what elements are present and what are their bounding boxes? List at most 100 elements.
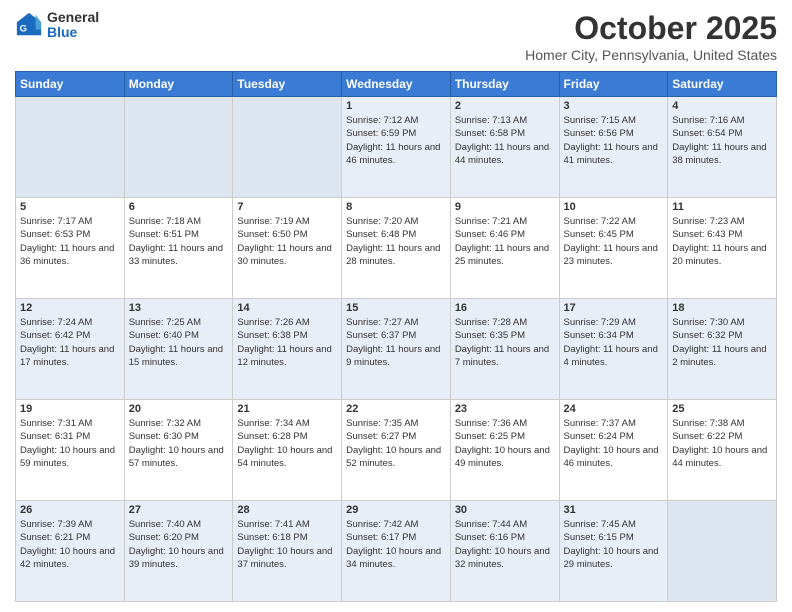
day-info: Sunrise: 7:12 AMSunset: 6:59 PMDaylight:… [346,114,446,167]
day-number: 29 [346,504,446,516]
day-number: 8 [346,201,446,213]
day-info: Sunrise: 7:34 AMSunset: 6:28 PMDaylight:… [237,417,337,470]
calendar-header-sunday: Sunday [16,72,125,97]
day-info: Sunrise: 7:23 AMSunset: 6:43 PMDaylight:… [672,215,772,268]
calendar-cell: 22 Sunrise: 7:35 AMSunset: 6:27 PMDayligh… [342,400,451,501]
day-info: Sunrise: 7:29 AMSunset: 6:34 PMDaylight:… [564,316,664,369]
calendar-cell: 29Sunrise: 7:42 AMSunset: 6:17 PMDayligh… [342,501,451,602]
day-info: Sunrise: 7:13 AMSunset: 6:58 PMDaylight:… [455,114,555,167]
day-number: 2 [455,100,555,112]
calendar-cell: 19 Sunrise: 7:31 AMSunset: 6:31 PMDayligh… [16,400,125,501]
calendar-week-1: 1 Sunrise: 7:12 AMSunset: 6:59 PMDaylight… [16,97,777,198]
day-number: 24 [564,403,664,415]
day-info: Sunrise: 7:26 AMSunset: 6:38 PMDaylight:… [237,316,337,369]
calendar-cell [233,97,342,198]
day-number: 27 [129,504,229,516]
day-number: 3 [564,100,664,112]
logo-icon: G [15,11,43,39]
day-info: Sunrise: 7:24 AMSunset: 6:42 PMDaylight:… [20,316,120,369]
calendar-week-5: 26 Sunrise: 7:39 AMSunset: 6:21 PMDayligh… [16,501,777,602]
calendar-header-monday: Monday [124,72,233,97]
day-number: 1 [346,100,446,112]
day-info: Sunrise: 7:45 AMSunset: 6:15 PMDaylight:… [564,518,664,571]
calendar-cell: 1 Sunrise: 7:12 AMSunset: 6:59 PMDaylight… [342,97,451,198]
calendar-week-4: 19 Sunrise: 7:31 AMSunset: 6:31 PMDayligh… [16,400,777,501]
calendar-cell: 4 Sunrise: 7:16 AMSunset: 6:54 PMDaylight… [668,97,777,198]
day-number: 15 [346,302,446,314]
day-info: Sunrise: 7:17 AMSunset: 6:53 PMDaylight:… [20,215,120,268]
day-number: 13 [129,302,229,314]
day-number: 28 [237,504,337,516]
calendar-cell: 12 Sunrise: 7:24 AMSunset: 6:42 PMDayligh… [16,299,125,400]
calendar-cell: 18 Sunrise: 7:30 AMSunset: 6:32 PMDayligh… [668,299,777,400]
day-number: 30 [455,504,555,516]
calendar-cell: 26 Sunrise: 7:39 AMSunset: 6:21 PMDayligh… [16,501,125,602]
logo: G General Blue [15,10,99,41]
day-info: Sunrise: 7:25 AMSunset: 6:40 PMDaylight:… [129,316,229,369]
day-number: 22 [346,403,446,415]
calendar-week-2: 5 Sunrise: 7:17 AMSunset: 6:53 PMDaylight… [16,198,777,299]
calendar-cell: 23 Sunrise: 7:36 AMSunset: 6:25 PMDayligh… [450,400,559,501]
calendar-cell: 16Sunrise: 7:28 AMSunset: 6:35 PMDayligh… [450,299,559,400]
day-info: Sunrise: 7:30 AMSunset: 6:32 PMDaylight:… [672,316,772,369]
calendar-cell: 21Sunrise: 7:34 AMSunset: 6:28 PMDayligh… [233,400,342,501]
day-info: Sunrise: 7:22 AMSunset: 6:45 PMDaylight:… [564,215,664,268]
day-number: 9 [455,201,555,213]
day-info: Sunrise: 7:32 AMSunset: 6:30 PMDaylight:… [129,417,229,470]
day-number: 18 [672,302,772,314]
svg-text:G: G [20,24,27,34]
day-info: Sunrise: 7:35 AMSunset: 6:27 PMDaylight:… [346,417,446,470]
calendar-cell [16,97,125,198]
day-number: 31 [564,504,664,516]
day-info: Sunrise: 7:39 AMSunset: 6:21 PMDaylight:… [20,518,120,571]
day-number: 10 [564,201,664,213]
title-block: October 2025 Homer City, Pennsylvania, U… [525,10,777,63]
calendar-cell: 8 Sunrise: 7:20 AMSunset: 6:48 PMDaylight… [342,198,451,299]
calendar-cell: 5 Sunrise: 7:17 AMSunset: 6:53 PMDaylight… [16,198,125,299]
calendar-header-tuesday: Tuesday [233,72,342,97]
day-info: Sunrise: 7:36 AMSunset: 6:25 PMDaylight:… [455,417,555,470]
day-number: 11 [672,201,772,213]
calendar-cell: 13 Sunrise: 7:25 AMSunset: 6:40 PMDayligh… [124,299,233,400]
day-number: 14 [237,302,337,314]
day-number: 6 [129,201,229,213]
calendar-cell: 24Sunrise: 7:37 AMSunset: 6:24 PMDayligh… [559,400,668,501]
calendar-cell [124,97,233,198]
calendar-cell: 17 Sunrise: 7:29 AMSunset: 6:34 PMDayligh… [559,299,668,400]
location-title: Homer City, Pennsylvania, United States [525,47,777,63]
day-number: 12 [20,302,120,314]
calendar-cell: 3 Sunrise: 7:15 AMSunset: 6:56 PMDaylight… [559,97,668,198]
calendar-cell: 2 Sunrise: 7:13 AMSunset: 6:58 PMDaylight… [450,97,559,198]
day-info: Sunrise: 7:16 AMSunset: 6:54 PMDaylight:… [672,114,772,167]
day-info: Sunrise: 7:31 AMSunset: 6:31 PMDaylight:… [20,417,120,470]
calendar-week-3: 12 Sunrise: 7:24 AMSunset: 6:42 PMDayligh… [16,299,777,400]
day-info: Sunrise: 7:41 AMSunset: 6:18 PMDaylight:… [237,518,337,571]
day-number: 5 [20,201,120,213]
day-info: Sunrise: 7:40 AMSunset: 6:20 PMDaylight:… [129,518,229,571]
day-number: 26 [20,504,120,516]
calendar-cell: 14 Sunrise: 7:26 AMSunset: 6:38 PMDayligh… [233,299,342,400]
day-info: Sunrise: 7:38 AMSunset: 6:22 PMDaylight:… [672,417,772,470]
calendar-cell: 30 Sunrise: 7:44 AMSunset: 6:16 PMDayligh… [450,501,559,602]
calendar-header-saturday: Saturday [668,72,777,97]
day-number: 16 [455,302,555,314]
day-number: 20 [129,403,229,415]
day-number: 4 [672,100,772,112]
day-info: Sunrise: 7:18 AMSunset: 6:51 PMDaylight:… [129,215,229,268]
day-info: Sunrise: 7:19 AMSunset: 6:50 PMDaylight:… [237,215,337,268]
day-info: Sunrise: 7:15 AMSunset: 6:56 PMDaylight:… [564,114,664,167]
calendar-header-row: SundayMondayTuesdayWednesdayThursdayFrid… [16,72,777,97]
day-info: Sunrise: 7:44 AMSunset: 6:16 PMDaylight:… [455,518,555,571]
day-info: Sunrise: 7:21 AMSunset: 6:46 PMDaylight:… [455,215,555,268]
day-info: Sunrise: 7:20 AMSunset: 6:48 PMDaylight:… [346,215,446,268]
day-number: 17 [564,302,664,314]
day-number: 23 [455,403,555,415]
calendar-cell: 27 Sunrise: 7:40 AMSunset: 6:20 PMDayligh… [124,501,233,602]
calendar-cell: 31 Sunrise: 7:45 AMSunset: 6:15 PMDayligh… [559,501,668,602]
calendar-header-thursday: Thursday [450,72,559,97]
day-number: 19 [20,403,120,415]
calendar-cell: 7Sunrise: 7:19 AMSunset: 6:50 PMDaylight… [233,198,342,299]
calendar-cell: 9 Sunrise: 7:21 AMSunset: 6:46 PMDaylight… [450,198,559,299]
logo-blue-text: Blue [47,25,99,40]
day-info: Sunrise: 7:27 AMSunset: 6:37 PMDaylight:… [346,316,446,369]
